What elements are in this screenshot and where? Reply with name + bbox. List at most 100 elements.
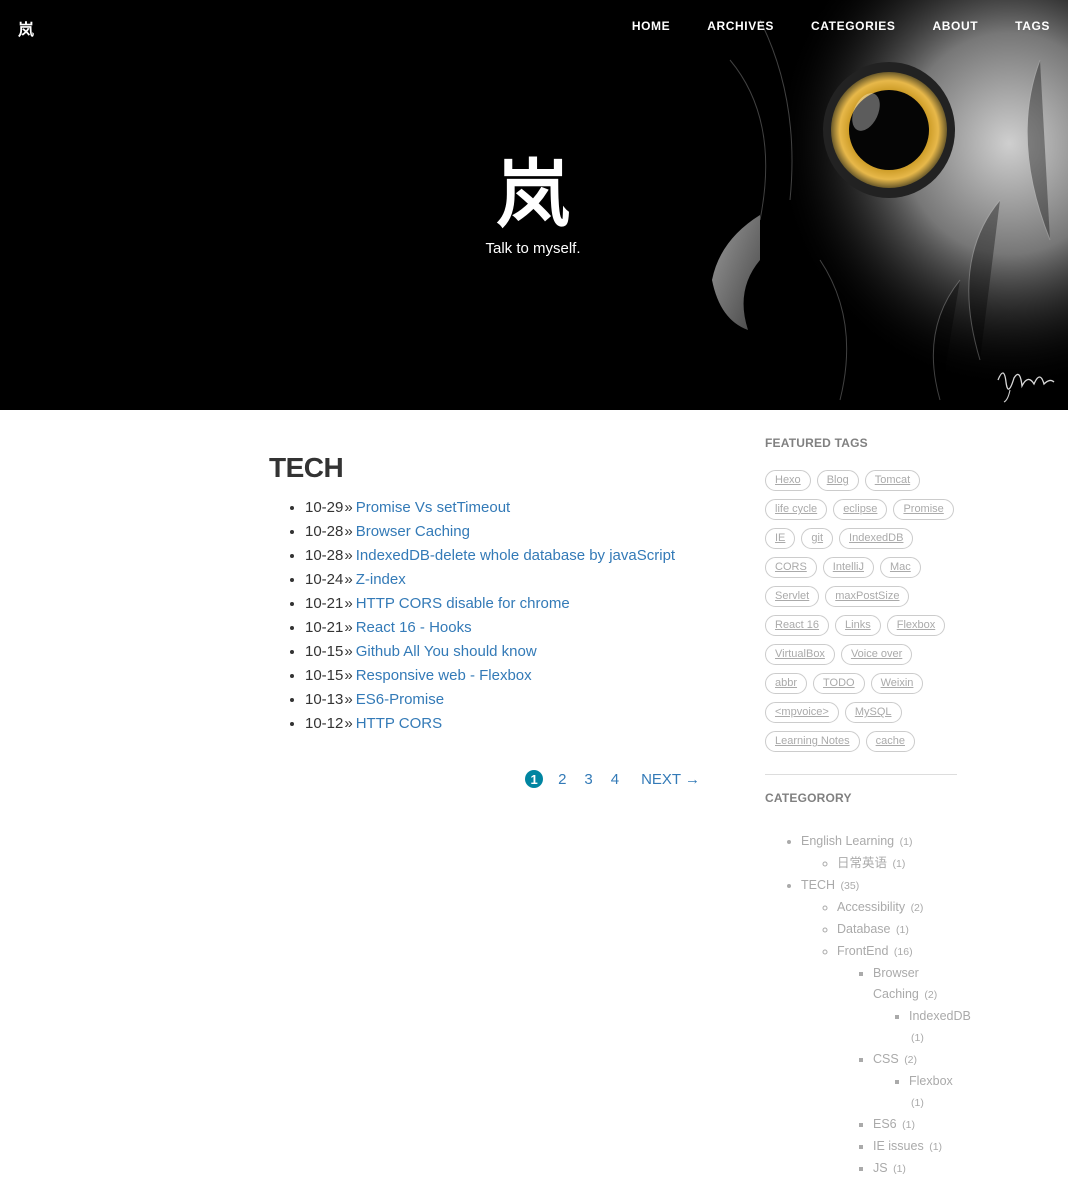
post-link[interactable]: HTTP CORS [356,715,442,732]
category-link[interactable]: Accessibility [837,900,905,914]
post-link[interactable]: Github All You should know [356,643,537,660]
category-link[interactable]: FrontEnd [837,944,888,958]
tag-link[interactable]: VirtualBox [765,644,835,665]
tag-link[interactable]: eclipse [833,499,888,520]
site-subtitle: Talk to myself. [485,240,581,257]
post-item: 10-15»Responsive web - Flexbox [305,664,709,688]
next-page-link[interactable]: NEXT → [641,771,700,788]
category-link[interactable]: Database [837,922,891,936]
category-link[interactable]: 日常英语 [837,856,887,870]
signature-mark [997,372,1055,403]
post-link[interactable]: ES6-Promise [356,691,444,708]
page-link-3[interactable]: 3 [584,771,592,788]
post-link[interactable]: HTTP CORS disable for chrome [356,595,570,612]
tag-link[interactable]: IndexedDB [839,528,914,549]
tag-link[interactable]: TODO [813,673,865,694]
page-link-4[interactable]: 4 [611,771,619,788]
nav-categories[interactable]: CATEGORIES [811,19,895,33]
category-item: Flexbox (1) [909,1071,965,1114]
post-list: 10-29»Promise Vs setTimeout 10-28»Browse… [269,496,709,736]
tag-link[interactable]: MySQL [844,702,902,723]
category-heading: TECH [269,452,344,483]
post-item: 10-15»Github All You should know [305,640,709,664]
category-link[interactable]: Browser Caching [873,966,919,1001]
post-item: 10-13»ES6-Promise [305,688,709,712]
category-tree: English Learning (1) 日常英语 (1) TECH (35) … [765,831,971,1180]
category-link[interactable]: JS [873,1161,888,1175]
category-item: ES6 (1) [873,1114,965,1136]
nav-about[interactable]: ABOUT [932,19,978,33]
category-item: TECH (35) Accessibility (2) Database (1)… [801,875,971,1180]
nav-archives[interactable]: ARCHIVES [707,19,774,33]
site-brand-link[interactable]: 岚 [18,16,34,40]
category-count: (2) [910,902,924,914]
tag-link[interactable]: Tomcat [864,470,921,491]
tag-link[interactable]: git [801,528,834,549]
post-date: 10-21 [305,595,344,612]
tag-link[interactable]: Servlet [765,586,820,607]
tag-link[interactable]: Links [835,615,881,636]
category-count: (1) [899,836,913,848]
current-page: 1 [525,770,544,788]
category-item: Database (1) [837,919,965,941]
post-date: 10-15 [305,643,344,660]
tag-link[interactable]: maxPostSize [825,586,910,607]
post-separator: » [344,571,353,588]
tag-link[interactable]: cache [865,731,915,752]
post-link[interactable]: Z-index [356,571,406,588]
tag-link[interactable]: IE [765,528,796,549]
post-separator: » [344,547,353,564]
category-item: FrontEnd (16) BrowserCaching (2) Indexed… [837,941,971,1180]
category-posts: TECH 10-29»Promise Vs setTimeout 10-28»B… [269,452,709,736]
post-separator: » [344,499,353,516]
tag-link[interactable]: Promise [893,499,954,520]
category-link[interactable]: Flexbox [909,1074,953,1088]
category-link[interactable]: IE issues [873,1139,924,1153]
category-link[interactable]: IndexedDB [909,1009,971,1023]
tag-link[interactable]: Voice over [840,644,913,665]
category-count: (1) [911,1097,924,1109]
category-link[interactable]: TECH [801,878,835,892]
category-link[interactable]: ES6 [873,1117,897,1131]
category-link[interactable]: English Learning [801,834,894,848]
category-item: CSS (2) Flexbox (1) [873,1049,965,1114]
category-count: (1) [892,858,906,870]
post-date: 10-21 [305,619,344,636]
tag-link[interactable]: Hexo [765,470,811,491]
category-item: 日常英语 (1) [837,853,965,875]
tag-link[interactable]: Weixin [870,673,924,694]
post-separator: » [344,667,353,684]
tag-link[interactable]: abbr [765,673,808,694]
post-link[interactable]: Responsive web - Flexbox [356,667,532,684]
top-navigation: HOME ARCHIVES CATEGORIES ABOUT TAGS [595,19,1050,33]
tag-link[interactable]: Flexbox [886,615,946,636]
category-count: (35) [840,880,860,892]
post-separator: » [344,619,353,636]
post-separator: » [344,691,353,708]
tag-link[interactable]: Blog [816,470,859,491]
post-link[interactable]: Promise Vs setTimeout [356,499,511,516]
category-item: Accessibility (2) [837,897,965,919]
featured-tags-heading: FEATURED TAGS [765,436,868,450]
tag-link[interactable]: Learning Notes [765,731,860,752]
tag-link[interactable]: <mpvoice> [765,702,839,723]
post-item: 10-28»IndexedDB-delete whole database by… [305,544,709,568]
post-date: 10-24 [305,571,344,588]
tag-link[interactable]: CORS [765,557,817,578]
nav-home[interactable]: HOME [632,19,670,33]
pagination: 1 2 3 4 NEXT → [269,770,700,788]
tag-link[interactable]: React 16 [765,615,830,636]
tag-link[interactable]: Mac [879,557,921,578]
tag-link[interactable]: life cycle [765,499,828,520]
category-count: (1) [902,1119,915,1131]
category-link[interactable]: CSS [873,1052,899,1066]
post-link[interactable]: React 16 - Hooks [356,619,472,636]
category-heading-sidebar: CATEGORORY [765,791,852,805]
post-separator: » [344,715,353,732]
post-item: 10-29»Promise Vs setTimeout [305,496,709,520]
post-link[interactable]: Browser Caching [356,523,470,540]
post-link[interactable]: IndexedDB-delete whole database by javaS… [356,547,675,564]
page-link-2[interactable]: 2 [558,771,566,788]
tag-link[interactable]: IntelliJ [822,557,874,578]
nav-tags[interactable]: TAGS [1015,19,1050,33]
